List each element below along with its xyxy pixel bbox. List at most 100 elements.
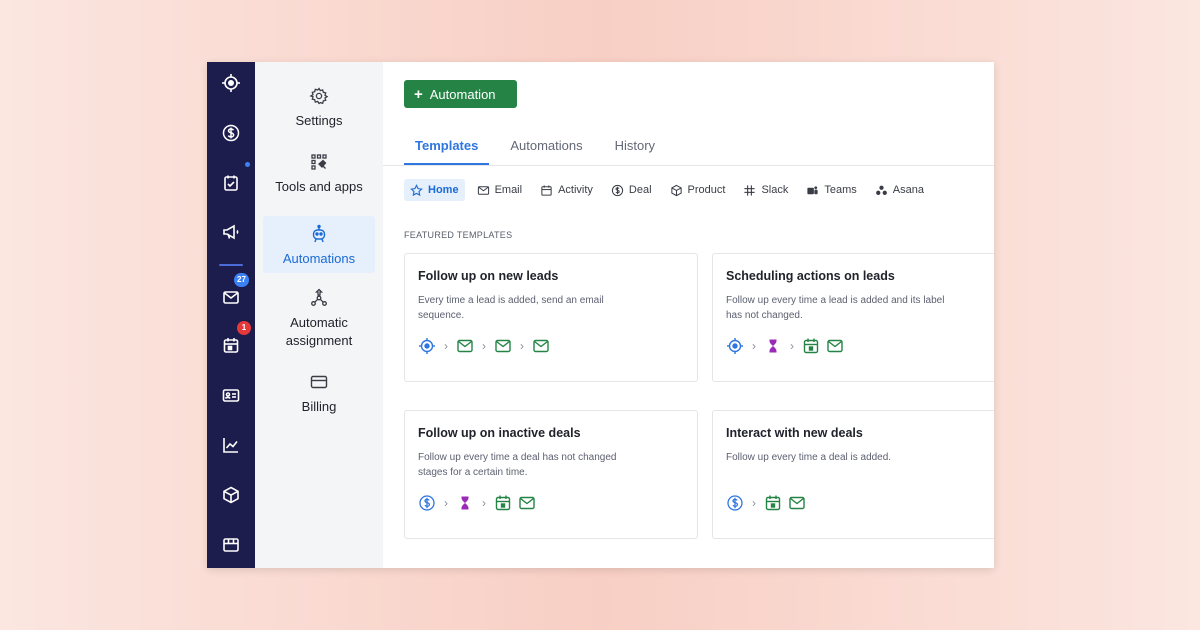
chevron-right-icon: ›: [752, 339, 756, 353]
panel-label-billing: Billing: [301, 399, 337, 414]
settings-panel: Settings Tools and apps Automations Auto…: [255, 62, 383, 568]
activity-calendar-icon: [495, 495, 511, 511]
megaphone-icon[interactable]: [207, 217, 255, 247]
nav-rail: 27 1: [207, 62, 255, 568]
chart-icon[interactable]: [207, 430, 255, 460]
tasks-icon[interactable]: [207, 168, 255, 198]
chevron-right-icon: ›: [444, 496, 448, 510]
credit-card-icon: [310, 375, 328, 389]
chip-label: Product: [687, 184, 726, 196]
chevron-right-icon: ›: [482, 339, 486, 353]
workflow-steps: ›: [726, 494, 992, 512]
star-icon: [410, 183, 423, 196]
email-icon: [533, 339, 549, 353]
mail-badge: 27: [234, 273, 249, 287]
box-icon[interactable]: [207, 480, 255, 510]
chip-product[interactable]: Product: [664, 179, 732, 201]
slack-icon: [744, 184, 756, 196]
store-icon[interactable]: [207, 530, 255, 560]
panel-item-automations[interactable]: Automations: [263, 216, 375, 273]
chip-label: Slack: [761, 184, 789, 196]
calendar-icon[interactable]: [207, 330, 255, 360]
tab-templates[interactable]: Templates: [404, 138, 490, 165]
rail-divider: [219, 264, 243, 266]
asana-icon: [875, 185, 887, 195]
dollar-icon[interactable]: [207, 118, 255, 148]
hourglass-icon: [769, 339, 777, 353]
workflow-steps: › › ›: [418, 337, 684, 355]
category-filter: Home Email Activity Deal Product Slack T…: [404, 179, 930, 201]
chip-label: Home: [428, 184, 459, 196]
card-title: Follow up on inactive deals: [418, 426, 581, 440]
panel-item-tools-and-apps[interactable]: Tools and apps: [263, 152, 375, 196]
gear-icon: [309, 87, 329, 105]
deal-dollar-icon: [419, 495, 435, 511]
email-icon: [789, 496, 805, 510]
template-card[interactable]: Follow up on inactive deals Follow up ev…: [404, 410, 698, 539]
card-description: Every time a lead is added, send an emai…: [418, 295, 604, 321]
tab-bar: Templates Automations History: [404, 138, 676, 165]
chip-asana[interactable]: Asana: [869, 179, 930, 201]
chip-home[interactable]: Home: [404, 179, 465, 201]
activity-calendar-icon: [803, 338, 819, 354]
calendar-badge: 1: [237, 321, 251, 335]
email-icon: [495, 339, 511, 353]
chip-label: Teams: [824, 184, 857, 196]
tabs-divider: [383, 165, 994, 166]
add-automation-label: Automation: [429, 86, 496, 102]
dollar-icon: [611, 184, 624, 196]
mail-icon[interactable]: [207, 282, 255, 312]
panel-label-assignment: Automatic assignment: [285, 315, 353, 348]
section-title: FEATURED TEMPLATES: [404, 230, 513, 240]
workflow-steps: › ›: [418, 494, 684, 512]
chevron-right-icon: ›: [752, 496, 756, 510]
tab-automations[interactable]: Automations: [499, 138, 582, 165]
target-icon[interactable]: [207, 68, 255, 98]
activity-calendar-icon: [765, 495, 781, 511]
tools-icon: [311, 154, 327, 170]
tab-history[interactable]: History: [604, 138, 655, 165]
assignment-icon: [311, 288, 327, 306]
main-content: + Automation Templates Automations Histo…: [383, 62, 994, 568]
template-card[interactable]: Scheduling actions on leads Follow up ev…: [712, 253, 994, 382]
card-description: Follow up every time a deal has not chan…: [418, 452, 617, 478]
chip-deal[interactable]: Deal: [605, 179, 658, 201]
chip-slack[interactable]: Slack: [737, 179, 794, 201]
chip-label: Asana: [892, 184, 924, 196]
panel-item-settings[interactable]: Settings: [263, 86, 375, 130]
email-icon: [519, 496, 535, 510]
email-icon: [827, 339, 843, 353]
lead-target-icon: [727, 338, 743, 354]
chevron-right-icon: ›: [790, 339, 794, 353]
panel-item-automatic-assignment[interactable]: Automatic assignment: [263, 288, 375, 350]
chevron-right-icon: ›: [482, 496, 486, 510]
robot-icon: [312, 224, 326, 243]
chip-label: Activity: [558, 184, 593, 196]
template-card[interactable]: Interact with new deals Follow up every …: [712, 410, 994, 539]
app-window: 27 1 Settings Tools and apps Automations…: [207, 62, 994, 568]
lead-target-icon: [419, 338, 435, 354]
hourglass-icon: [461, 496, 469, 510]
chip-label: Email: [494, 184, 523, 196]
chip-activity[interactable]: Activity: [534, 179, 599, 201]
contact-card-icon[interactable]: [207, 380, 255, 410]
deal-dollar-icon: [727, 495, 743, 511]
calendar-icon: [541, 184, 552, 196]
panel-label-tools: Tools and apps: [275, 179, 363, 194]
card-title: Follow up on new leads: [418, 269, 559, 283]
card-title: Scheduling actions on leads: [726, 269, 895, 283]
chip-teams[interactable]: Teams: [800, 179, 862, 201]
chip-email[interactable]: Email: [471, 179, 529, 201]
chevron-right-icon: ›: [444, 339, 448, 353]
card-description: Follow up every time a lead is added and…: [726, 295, 945, 321]
template-card[interactable]: Follow up on new leads Every time a lead…: [404, 253, 698, 382]
notification-dot: [245, 162, 250, 167]
teams-icon: [807, 185, 818, 194]
panel-item-billing[interactable]: Billing: [263, 372, 375, 416]
email-icon: [457, 339, 473, 353]
panel-label-settings: Settings: [295, 113, 343, 128]
chevron-right-icon: ›: [520, 339, 524, 353]
card-title: Interact with new deals: [726, 426, 863, 440]
add-automation-button[interactable]: + Automation: [404, 80, 517, 108]
panel-label-automations: Automations: [282, 251, 356, 266]
